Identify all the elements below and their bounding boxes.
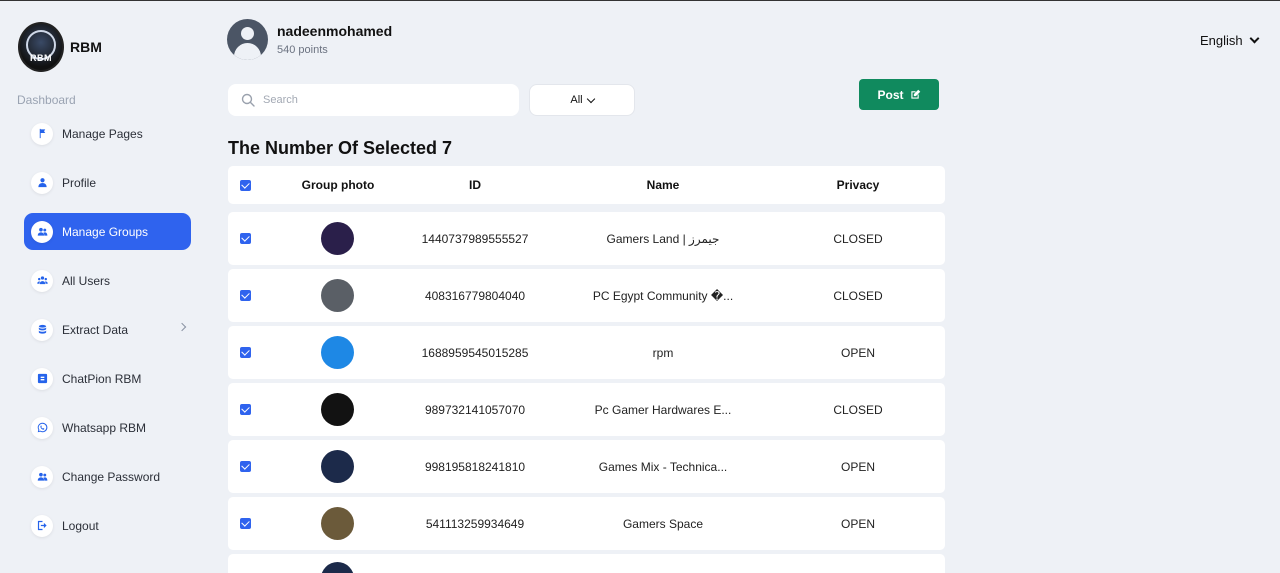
table-row[interactable]: 1440737989555527 Gamers Land | جيمرز CLOSE… (228, 212, 945, 265)
group-photo (321, 222, 354, 255)
chevron-down-icon (1249, 33, 1260, 44)
group-name: Games Mix - Technica... (598, 459, 728, 474)
whatsapp-icon (31, 416, 53, 439)
group-privacy: OPEN (840, 345, 875, 360)
group-photo (321, 279, 354, 312)
language-selector[interactable]: English (1200, 33, 1260, 48)
user-info: nadeenmohamed 540 points (277, 23, 392, 56)
sidebar-item-profile[interactable]: Profile (24, 164, 191, 201)
sidebar-item-label: Manage Groups (62, 224, 149, 239)
search-input[interactable] (263, 94, 503, 106)
table-row[interactable]: 541113259934649 Gamers Space OPEN (228, 497, 945, 550)
table-row[interactable]: 998195818241810 Games Mix - Technica... OP… (228, 440, 945, 493)
group-photo (321, 336, 354, 369)
group-name: Pc Gamer Hardwares E... (594, 402, 732, 417)
group-id: 408316779804040 (424, 288, 526, 303)
sidebar-item-label: Logout (62, 518, 99, 533)
sidebar: RBM RBM Dashboard Manage Pages Profile M… (0, 0, 210, 573)
group-name: Gamers Space (622, 516, 704, 531)
table-row[interactable]: 989732141057070 Pc Gamer Hardwares E... CL… (228, 383, 945, 436)
flag-icon (31, 122, 53, 145)
filter-value: All (570, 94, 583, 106)
group-photo (321, 393, 354, 426)
database-icon (31, 318, 53, 341)
group-photo (321, 562, 354, 573)
table-header: Group photo ID Name Privacy (228, 166, 945, 204)
sidebar-item-manage-groups[interactable]: Manage Groups (24, 213, 191, 250)
avatar (227, 19, 268, 60)
sidebar-item-label: Manage Pages (62, 126, 143, 141)
search-box[interactable] (228, 84, 519, 116)
sidebar-item-label: ChatPion RBM (62, 371, 142, 386)
sidebar-item-label: Change Password (62, 469, 161, 484)
sidebar-item-label: All Users (62, 273, 111, 288)
row-checkbox[interactable] (240, 290, 251, 301)
sidebar-menu: Manage Pages Profile Manage Groups All U… (24, 115, 191, 556)
table-row[interactable]: 408316779804040 PC Egypt Community �... CL… (228, 269, 945, 322)
column-header: Privacy (836, 178, 880, 192)
group-photo (321, 450, 354, 483)
row-checkbox[interactable] (240, 347, 251, 358)
group-name: rpm (652, 345, 674, 360)
group-privacy: OPEN (840, 516, 875, 531)
sidebar-item-chatpion-rbm[interactable]: ChatPion RBM (24, 360, 191, 397)
group-photo (321, 507, 354, 540)
chevron-down-icon (586, 94, 595, 103)
table-row[interactable]: 1688959545015285 rpm OPEN (228, 326, 945, 379)
sidebar-item-change-password[interactable]: Change Password (24, 458, 191, 495)
group-privacy: CLOSED (833, 231, 883, 246)
group-id: 1688959545015285 (421, 345, 529, 360)
user-group-icon (31, 269, 53, 292)
username: nadeenmohamed (277, 23, 393, 39)
group-id: 998195818241810 (424, 459, 526, 474)
table-body: 1440737989555527 Gamers Land | جيمرز CLOSE… (228, 212, 945, 573)
user-profile[interactable]: nadeenmohamed 540 points (227, 19, 392, 60)
group-name: PC Egypt Community �... (592, 288, 734, 303)
user-points: 540 points (277, 44, 328, 56)
user-icon (31, 171, 53, 194)
privacy-filter-select[interactable]: All (529, 84, 635, 116)
row-checkbox[interactable] (240, 518, 251, 529)
chevron-right-icon (177, 322, 187, 332)
brand-name: RBM (70, 39, 102, 55)
sidebar-item-logout[interactable]: Logout (24, 507, 191, 544)
post-button-label: Post (877, 87, 904, 102)
table-row[interactable] (228, 554, 945, 573)
column-header: Name (646, 178, 680, 192)
row-checkbox[interactable] (240, 404, 251, 415)
row-checkbox[interactable] (240, 461, 251, 472)
groups-table: Group photo ID Name Privacy 144073798955… (228, 166, 945, 573)
chat-icon (31, 367, 53, 390)
group-id: 989732141057070 (424, 402, 526, 417)
search-icon (241, 93, 255, 107)
logo: RBM (18, 22, 64, 72)
group-id: 1440737989555527 (421, 231, 529, 246)
sidebar-item-all-users[interactable]: All Users (24, 262, 191, 299)
group-privacy: CLOSED (833, 402, 883, 417)
users-icon (31, 220, 53, 243)
group-privacy: OPEN (840, 459, 875, 474)
group-id: 541113259934649 (425, 516, 525, 531)
selected-count-title: The Number Of Selected 7 (228, 138, 453, 158)
sidebar-item-label: Profile (62, 175, 97, 190)
sidebar-section-label: Dashboard (17, 93, 76, 107)
edit-icon (910, 89, 920, 99)
group-name: Gamers Land | جيمرز (606, 231, 720, 246)
column-header: Group photo (301, 178, 375, 192)
users-icon (31, 465, 53, 488)
sidebar-item-manage-pages[interactable]: Manage Pages (24, 115, 191, 152)
column-header: ID (469, 178, 481, 192)
sidebar-item-extract-data[interactable]: Extract Data (24, 311, 191, 348)
sidebar-item-whatsapp-rbm[interactable]: Whatsapp RBM (24, 409, 191, 446)
logout-icon (31, 514, 53, 537)
brand[interactable]: RBM RBM (18, 22, 102, 72)
row-checkbox[interactable] (240, 233, 251, 244)
post-button[interactable]: Post (859, 79, 939, 110)
language-label: English (1200, 33, 1243, 48)
select-all-checkbox[interactable] (240, 179, 251, 191)
group-privacy: CLOSED (833, 288, 883, 303)
sidebar-item-label: Whatsapp RBM (62, 420, 147, 435)
sidebar-item-label: Extract Data (62, 322, 129, 337)
